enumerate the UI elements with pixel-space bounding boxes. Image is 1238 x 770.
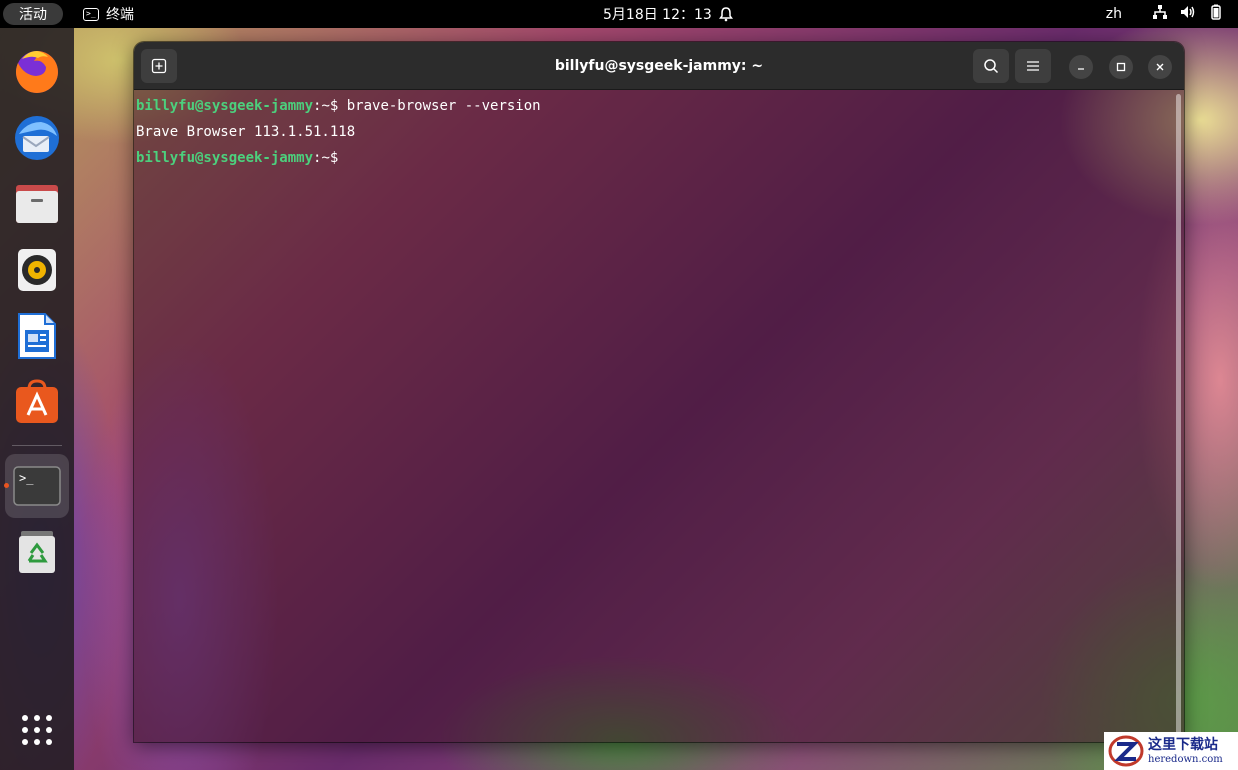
search-button[interactable] [973,49,1009,83]
terminal-icon: >_ [13,466,61,506]
bell-icon [718,6,734,22]
terminal-output[interactable]: billyfu@sysgeek-jammy:~$ brave-browser -… [134,90,1184,742]
top-bar: 活动 >_ 终端 5月18日 12：13 zh [0,0,1238,28]
site-watermark: 这里下载站 heredown.com [1104,732,1238,770]
writer-icon [18,313,56,359]
prompt-user: billyfu@sysgeek-jammy [136,150,314,166]
app-grid-icon [22,715,52,745]
dock-item-writer[interactable] [5,304,69,368]
prompt-user: billyfu@sysgeek-jammy [136,98,314,114]
minimize-button[interactable] [1069,55,1093,79]
rhythmbox-icon [18,249,56,291]
command-text: brave-browser --version [346,98,541,114]
minimize-icon [1078,68,1084,70]
files-icon [16,185,58,223]
clock-menu[interactable]: 5月18日 12：13 [603,0,734,28]
search-icon [984,59,999,74]
terminal-icon: >_ [83,7,99,21]
dock-item-software[interactable] [5,370,69,434]
activities-label: 活动 [19,7,47,23]
thunderbird-icon [15,116,59,160]
maximize-button[interactable] [1109,55,1133,79]
new-tab-icon [151,58,167,74]
terminal-line: Brave Browser 113.1.51.118 [136,124,1182,150]
network-icon [1152,4,1168,24]
dock-item-rhythmbox[interactable] [5,238,69,302]
terminal-line: billyfu@sysgeek-jammy:~$ [136,150,1182,176]
language-indicator[interactable]: zh [1106,6,1122,22]
running-indicator [4,483,9,488]
dock-item-files[interactable] [5,172,69,236]
trash-icon [19,531,55,573]
firefox-icon [15,51,58,93]
dock: >_ [0,28,74,770]
terminal-line: billyfu@sysgeek-jammy:~$ brave-browser -… [136,98,1182,124]
menu-button[interactable] [1015,49,1051,83]
clock-text: 5月18日 12：13 [603,7,712,23]
watermark-url: heredown.com [1148,753,1223,765]
show-apps-button[interactable] [5,698,69,762]
activities-button[interactable]: 活动 [3,3,63,25]
scrollbar[interactable] [1176,94,1181,738]
terminal-window: billyfu@sysgeek-jammy: ~ billyfu@sysgeek… [134,42,1184,742]
maximize-icon [1116,62,1126,72]
output-text: Brave Browser 113.1.51.118 [136,124,356,140]
watermark-chinese: 这里下载站 [1148,736,1218,753]
hamburger-icon [1027,61,1039,71]
prompt-symbol: :~$ [313,150,347,166]
app-menu[interactable]: >_ 终端 [83,0,134,28]
close-button[interactable] [1148,55,1172,79]
watermark-logo [1108,735,1144,767]
system-tray[interactable]: zh [1106,0,1224,28]
svg-text:>_: >_ [19,471,34,485]
battery-icon [1208,4,1224,24]
dock-item-trash[interactable] [5,520,69,584]
volume-icon [1180,4,1196,24]
new-tab-button[interactable] [141,49,177,83]
terminal-titlebar[interactable]: billyfu@sysgeek-jammy: ~ [134,42,1184,90]
dock-item-terminal[interactable]: >_ [4,454,69,518]
close-icon [1156,63,1164,71]
dock-item-firefox[interactable] [5,40,69,104]
app-name: 终端 [106,7,134,23]
software-icon [16,379,58,423]
prompt-symbol: :~$ [313,98,347,114]
dock-item-thunderbird[interactable] [5,106,69,170]
dock-separator [12,445,62,446]
